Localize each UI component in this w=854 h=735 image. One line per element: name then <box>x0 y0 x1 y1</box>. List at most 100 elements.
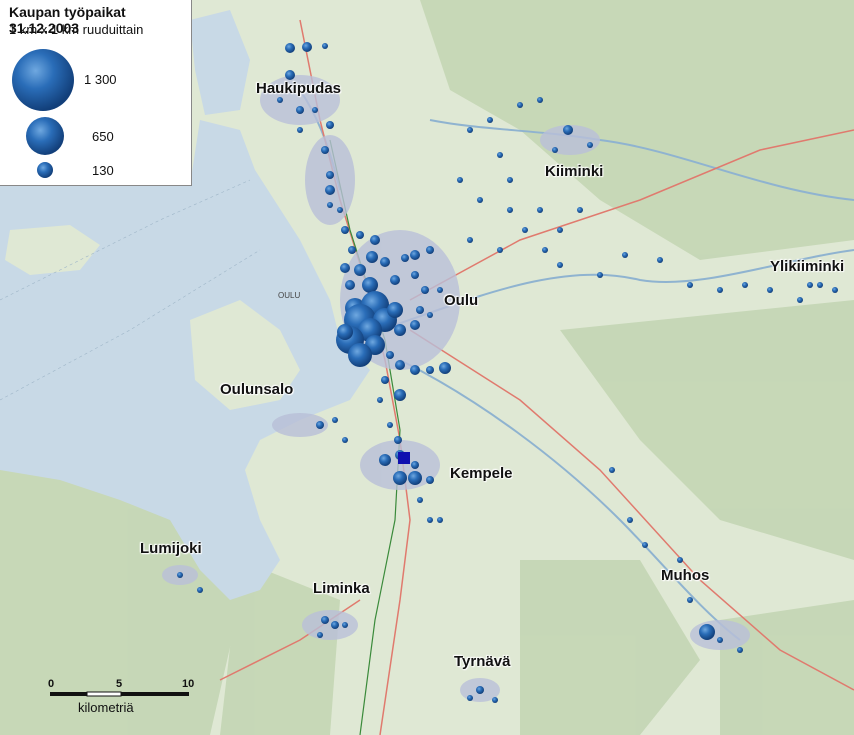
employment-bubble <box>577 207 583 213</box>
employment-bubble <box>627 517 633 523</box>
employment-bubble <box>401 254 409 262</box>
employment-bubble <box>426 246 434 254</box>
employment-bubble <box>348 343 372 367</box>
employment-bubble <box>332 417 338 423</box>
employment-bubble <box>427 312 433 318</box>
place-muhos: Muhos <box>661 567 710 584</box>
legend-symbols <box>12 49 74 178</box>
legend-label-medium: 650 <box>92 129 114 144</box>
employment-bubble <box>321 616 329 624</box>
employment-bubble <box>411 461 419 469</box>
employment-bubble <box>542 247 548 253</box>
employment-bubble <box>297 127 303 133</box>
employment-bubble <box>362 277 378 293</box>
scale-unit: kilometriä <box>78 700 134 715</box>
employment-bubble <box>737 647 743 653</box>
employment-bubble <box>427 517 433 523</box>
employment-bubble <box>597 272 603 278</box>
employment-bubble <box>687 597 693 603</box>
employment-bubble <box>421 286 429 294</box>
employment-bubble <box>557 262 563 268</box>
employment-bubble <box>408 471 422 485</box>
legend-label-small: 130 <box>92 163 114 178</box>
employment-bubble <box>386 351 394 359</box>
employment-bubble <box>325 185 335 195</box>
employment-bubble <box>517 102 523 108</box>
employment-bubble <box>316 421 324 429</box>
employment-bubble <box>380 257 390 267</box>
employment-bubble <box>394 324 406 336</box>
employment-bubble <box>717 637 723 643</box>
employment-bubble <box>321 146 329 154</box>
employment-bubble <box>337 207 343 213</box>
employment-bubble <box>477 197 483 203</box>
employment-bubble <box>439 362 451 374</box>
employment-bubble <box>657 257 663 263</box>
employment-bubble <box>507 207 513 213</box>
employment-bubble <box>426 366 434 374</box>
employment-bubble <box>326 121 334 129</box>
employment-bubble <box>807 282 813 288</box>
place-oulunsalo: Oulunsalo <box>220 381 294 398</box>
employment-bubble <box>537 207 543 213</box>
employment-bubble <box>767 287 773 293</box>
employment-bubble <box>467 695 473 701</box>
employment-bubble <box>467 237 473 243</box>
employment-bubble <box>356 231 364 239</box>
employment-bubble <box>507 177 513 183</box>
employment-bubble <box>377 397 383 403</box>
employment-bubble <box>312 107 318 113</box>
employment-bubble <box>348 246 356 254</box>
employment-bubble <box>497 152 503 158</box>
employment-bubble <box>492 697 498 703</box>
employment-bubble <box>410 320 420 330</box>
employment-bubble <box>467 127 473 133</box>
legend-bubble-small <box>37 162 53 178</box>
legend-label-large: 1 300 <box>84 72 117 87</box>
employment-bubble <box>426 476 434 484</box>
employment-bubble <box>411 271 419 279</box>
employment-bubble <box>557 227 563 233</box>
employment-bubble <box>370 235 380 245</box>
employment-bubble <box>563 125 573 135</box>
employment-bubble <box>699 624 715 640</box>
employment-bubble <box>609 467 615 473</box>
employment-bubble <box>327 202 333 208</box>
scale-tick-5: 5 <box>116 678 123 690</box>
place-tyrnava: Tyrnävä <box>454 653 511 670</box>
employment-bubble <box>345 280 355 290</box>
highlight-square-marker <box>398 452 410 464</box>
employment-bubble <box>394 436 402 444</box>
sea-label: OULU <box>278 291 301 300</box>
employment-bubble <box>387 422 393 428</box>
employment-bubble <box>410 365 420 375</box>
employment-bubble <box>587 142 593 148</box>
employment-bubble <box>457 177 463 183</box>
employment-bubble <box>832 287 838 293</box>
employment-bubble <box>285 70 295 80</box>
legend-bubble-large <box>12 49 74 111</box>
employment-bubble <box>393 471 407 485</box>
employment-bubble <box>395 360 405 370</box>
employment-bubble <box>322 43 328 49</box>
employment-bubble <box>341 226 349 234</box>
employment-bubble <box>476 686 484 694</box>
legend-bubble-medium <box>26 117 64 155</box>
employment-bubble <box>366 251 378 263</box>
employment-bubble <box>642 542 648 548</box>
employment-bubble <box>437 287 443 293</box>
employment-bubble <box>342 437 348 443</box>
employment-bubble <box>177 572 183 578</box>
employment-bubble <box>410 250 420 260</box>
employment-bubble <box>717 287 723 293</box>
employment-bubble <box>537 97 543 103</box>
place-kempele: Kempele <box>450 465 513 482</box>
employment-bubble <box>437 517 443 523</box>
employment-bubble <box>552 147 558 153</box>
map[interactable]: OULU Haukipudas Kiiminki Ylikiiminki Oul… <box>0 0 854 735</box>
employment-bubble <box>340 263 350 273</box>
employment-bubble <box>342 622 348 628</box>
employment-bubble <box>394 389 406 401</box>
scale-tick-10: 10 <box>182 678 195 690</box>
employment-bubble <box>302 42 312 52</box>
